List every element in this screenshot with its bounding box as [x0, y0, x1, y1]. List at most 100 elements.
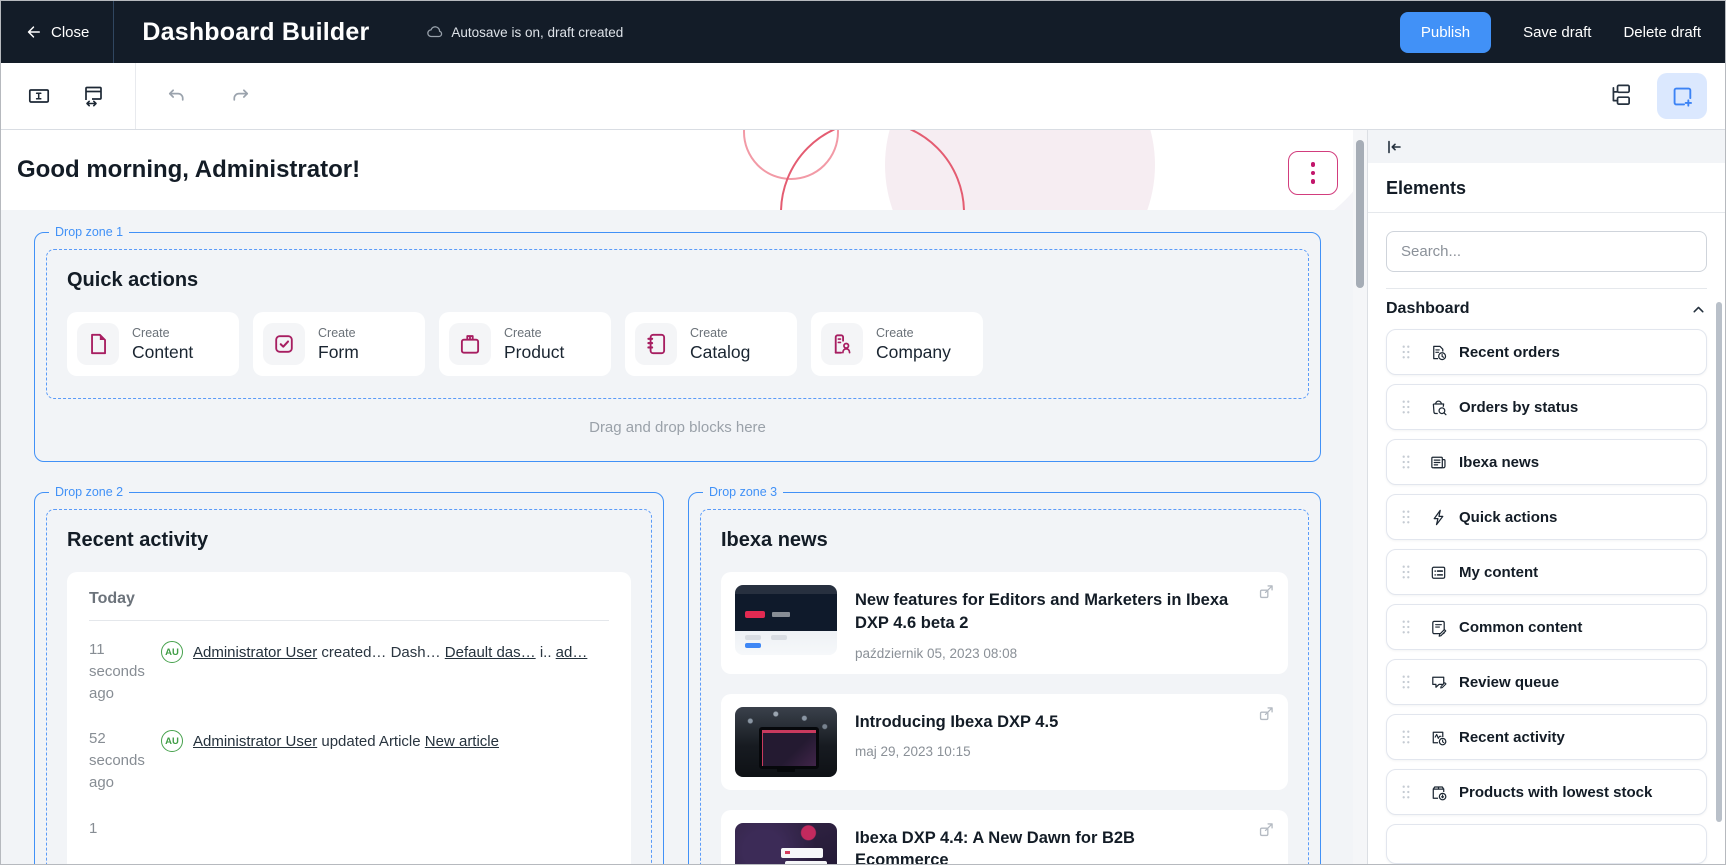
greeting-title: Good morning, Administrator! [17, 156, 360, 184]
quick-action-card[interactable]: Create Form [253, 312, 425, 376]
main-scrollbar-thumb[interactable] [1356, 140, 1364, 288]
quick-action-iconbox [263, 323, 305, 365]
element-card[interactable]: Review queue [1386, 659, 1707, 705]
drag-handle-icon[interactable] [1401, 509, 1411, 525]
kebab-dot [1311, 179, 1316, 184]
layout-tools-group [11, 63, 136, 129]
add-block-icon [1670, 84, 1695, 109]
activity-row: 52 seconds ago AU Administrator User upd… [89, 728, 609, 793]
undo-icon [165, 85, 188, 108]
review-queue-icon [1429, 673, 1448, 692]
sidebar-scrollbar-thumb[interactable] [1716, 302, 1722, 822]
drag-handle-icon[interactable] [1401, 784, 1411, 800]
quick-action-kicker: Create [504, 326, 564, 340]
search-input[interactable] [1386, 231, 1707, 272]
content-link[interactable]: Default das… [445, 644, 536, 661]
activity-text: Administrator User created… Dash… Defaul… [193, 639, 609, 704]
recent-activity-block[interactable]: Recent activity Today 11 seconds ago [46, 509, 652, 864]
content-link[interactable]: ad… [556, 644, 588, 661]
element-card[interactable]: My content [1386, 549, 1707, 595]
drag-handle-icon[interactable] [1401, 564, 1411, 580]
element-list: Recent orders Orders by status Ibexa new… [1368, 327, 1725, 815]
drop-zone-label: Drop zone 1 [49, 224, 129, 241]
redo-button[interactable] [220, 76, 260, 116]
text-field-icon [27, 84, 51, 108]
add-block-button[interactable] [1657, 73, 1707, 119]
drop-zone-2: Drop zone 2 Recent activity Today [34, 492, 664, 864]
news-date: październik 05, 2023 08:08 [855, 646, 1232, 661]
content-icon [85, 331, 111, 357]
news-title: New features for Editors and Marketers i… [855, 589, 1232, 635]
collapse-sidebar-button[interactable] [1385, 138, 1403, 156]
main-scrollbar [1353, 130, 1367, 864]
news-card[interactable]: Ibexa DXP 4.4: A New Dawn for B2B Ecomme… [721, 810, 1288, 864]
external-link-icon[interactable] [1258, 821, 1275, 838]
quick-action-card[interactable]: Create Content [67, 312, 239, 376]
drag-handle-icon[interactable] [1401, 674, 1411, 690]
drag-handle-icon[interactable] [1401, 344, 1411, 360]
drag-handle-icon[interactable] [1401, 399, 1411, 415]
block-title: Recent activity [67, 529, 631, 552]
news-icon [1429, 453, 1448, 472]
lightning-icon [1429, 508, 1448, 527]
quick-action-iconbox [821, 323, 863, 365]
drag-handle-icon[interactable] [1401, 729, 1411, 745]
drag-handle-icon[interactable] [1401, 619, 1411, 635]
order-history-icon [1429, 343, 1448, 362]
element-card[interactable]: Recent activity [1386, 714, 1707, 760]
field-tool-button[interactable] [19, 76, 59, 116]
element-card-partial[interactable] [1386, 824, 1707, 864]
topbar-separator [113, 1, 114, 63]
save-draft-button[interactable]: Save draft [1523, 24, 1591, 41]
quick-action-card[interactable]: Create Product [439, 312, 611, 376]
activity-text: Administrator User updated Article New a… [193, 728, 609, 793]
builder-toolbar [1, 63, 1725, 130]
dashboard-options-button[interactable] [1288, 151, 1338, 195]
quick-action-card[interactable]: Create Catalog [625, 312, 797, 376]
element-card[interactable]: Common content [1386, 604, 1707, 650]
dashboard-header: Good morning, Administrator! [1, 130, 1353, 210]
window-resize-icon [81, 84, 105, 108]
ibexa-news-block[interactable]: Ibexa news New features for Editors and … [700, 509, 1309, 864]
collapse-left-icon [1385, 138, 1403, 156]
drop-zone-1: Drop zone 1 Quick actions [34, 232, 1321, 462]
news-thumbnail [735, 823, 837, 864]
delete-draft-button[interactable]: Delete draft [1623, 24, 1701, 41]
drop-zone-3: Drop zone 3 Ibexa news [688, 492, 1321, 864]
publish-button[interactable]: Publish [1400, 12, 1491, 53]
element-label: Orders by status [1459, 399, 1578, 416]
quick-action-iconbox [77, 323, 119, 365]
structure-view-button[interactable] [1601, 76, 1641, 116]
element-card[interactable]: Ibexa news [1386, 439, 1707, 485]
quick-actions-block[interactable]: Quick actions Create [46, 249, 1309, 399]
quick-action-kicker: Create [876, 326, 951, 340]
element-card[interactable]: Products with lowest stock [1386, 769, 1707, 815]
news-card[interactable]: Introducing Ibexa DXP 4.5 maj 29, 2023 1… [721, 694, 1288, 790]
quick-action-card[interactable]: Create Company [811, 312, 983, 376]
element-card[interactable]: Quick actions [1386, 494, 1707, 540]
quick-action-iconbox [635, 323, 677, 365]
activity-card: Today 11 seconds ago AU [67, 572, 631, 864]
user-link[interactable]: Administrator User [193, 644, 317, 661]
activity-time: 52 seconds ago [89, 728, 151, 793]
element-card[interactable]: Orders by status [1386, 384, 1707, 430]
activity-row: 1 [89, 818, 609, 840]
quick-actions-row: Create Content [67, 312, 1288, 376]
quick-action-name: Company [876, 342, 951, 363]
drag-handle-icon[interactable] [1401, 454, 1411, 470]
close-button[interactable]: Close [25, 24, 89, 41]
section-label: Dashboard [1386, 300, 1470, 318]
news-list: New features for Editors and Marketers i… [721, 572, 1288, 864]
element-card[interactable]: Recent orders [1386, 329, 1707, 375]
dashboard-section-header[interactable]: Dashboard [1368, 289, 1725, 327]
quick-action-kicker: Create [318, 326, 359, 340]
window-resize-button[interactable] [73, 76, 113, 116]
content-link[interactable]: New article [425, 733, 499, 750]
external-link-icon[interactable] [1258, 583, 1275, 600]
undo-button[interactable] [156, 76, 196, 116]
user-link[interactable]: Administrator User [193, 733, 317, 750]
dashboard-builder-app: Close Dashboard Builder Autosave is on, … [0, 0, 1726, 865]
news-card[interactable]: New features for Editors and Marketers i… [721, 572, 1288, 674]
external-link-icon[interactable] [1258, 705, 1275, 722]
product-icon [457, 331, 483, 357]
